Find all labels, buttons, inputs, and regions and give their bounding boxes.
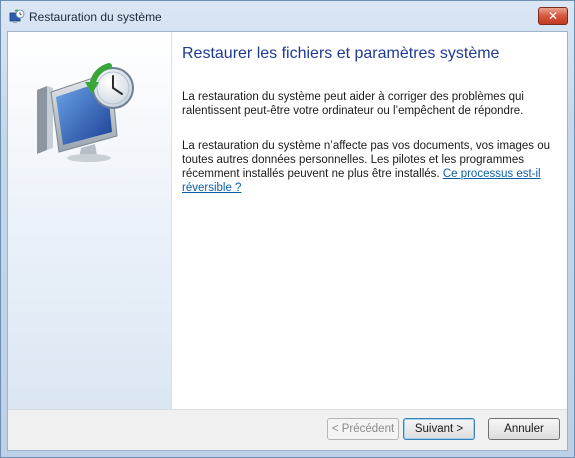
cancel-button[interactable]: Annuler	[488, 418, 560, 440]
page-title: Restaurer les fichiers et paramètres sys…	[182, 45, 500, 62]
content-area: Restaurer les fichiers et paramètres sys…	[182, 32, 562, 194]
next-button[interactable]: Suivant >	[403, 418, 475, 440]
description-paragraph: La restauration du système peut aider à …	[182, 91, 524, 117]
dialog-body: Restaurer les fichiers et paramètres sys…	[7, 31, 568, 451]
previous-button[interactable]: < Précédent	[327, 418, 399, 440]
button-bar: < Précédent Suivant > Annuler	[8, 409, 567, 450]
close-icon: ✕	[547, 9, 559, 23]
system-restore-window: Restauration du système ✕ Restaurer les …	[0, 0, 575, 458]
window-title: Restauration du système	[29, 10, 162, 24]
system-restore-icon	[9, 9, 25, 23]
close-button[interactable]: ✕	[538, 7, 568, 25]
side-banner	[8, 32, 172, 411]
info-paragraph: La restauration du système n’affecte pas…	[182, 139, 552, 195]
title-bar[interactable]: Restauration du système ✕	[1, 1, 574, 31]
computer-clock-restore-icon	[37, 63, 134, 162]
